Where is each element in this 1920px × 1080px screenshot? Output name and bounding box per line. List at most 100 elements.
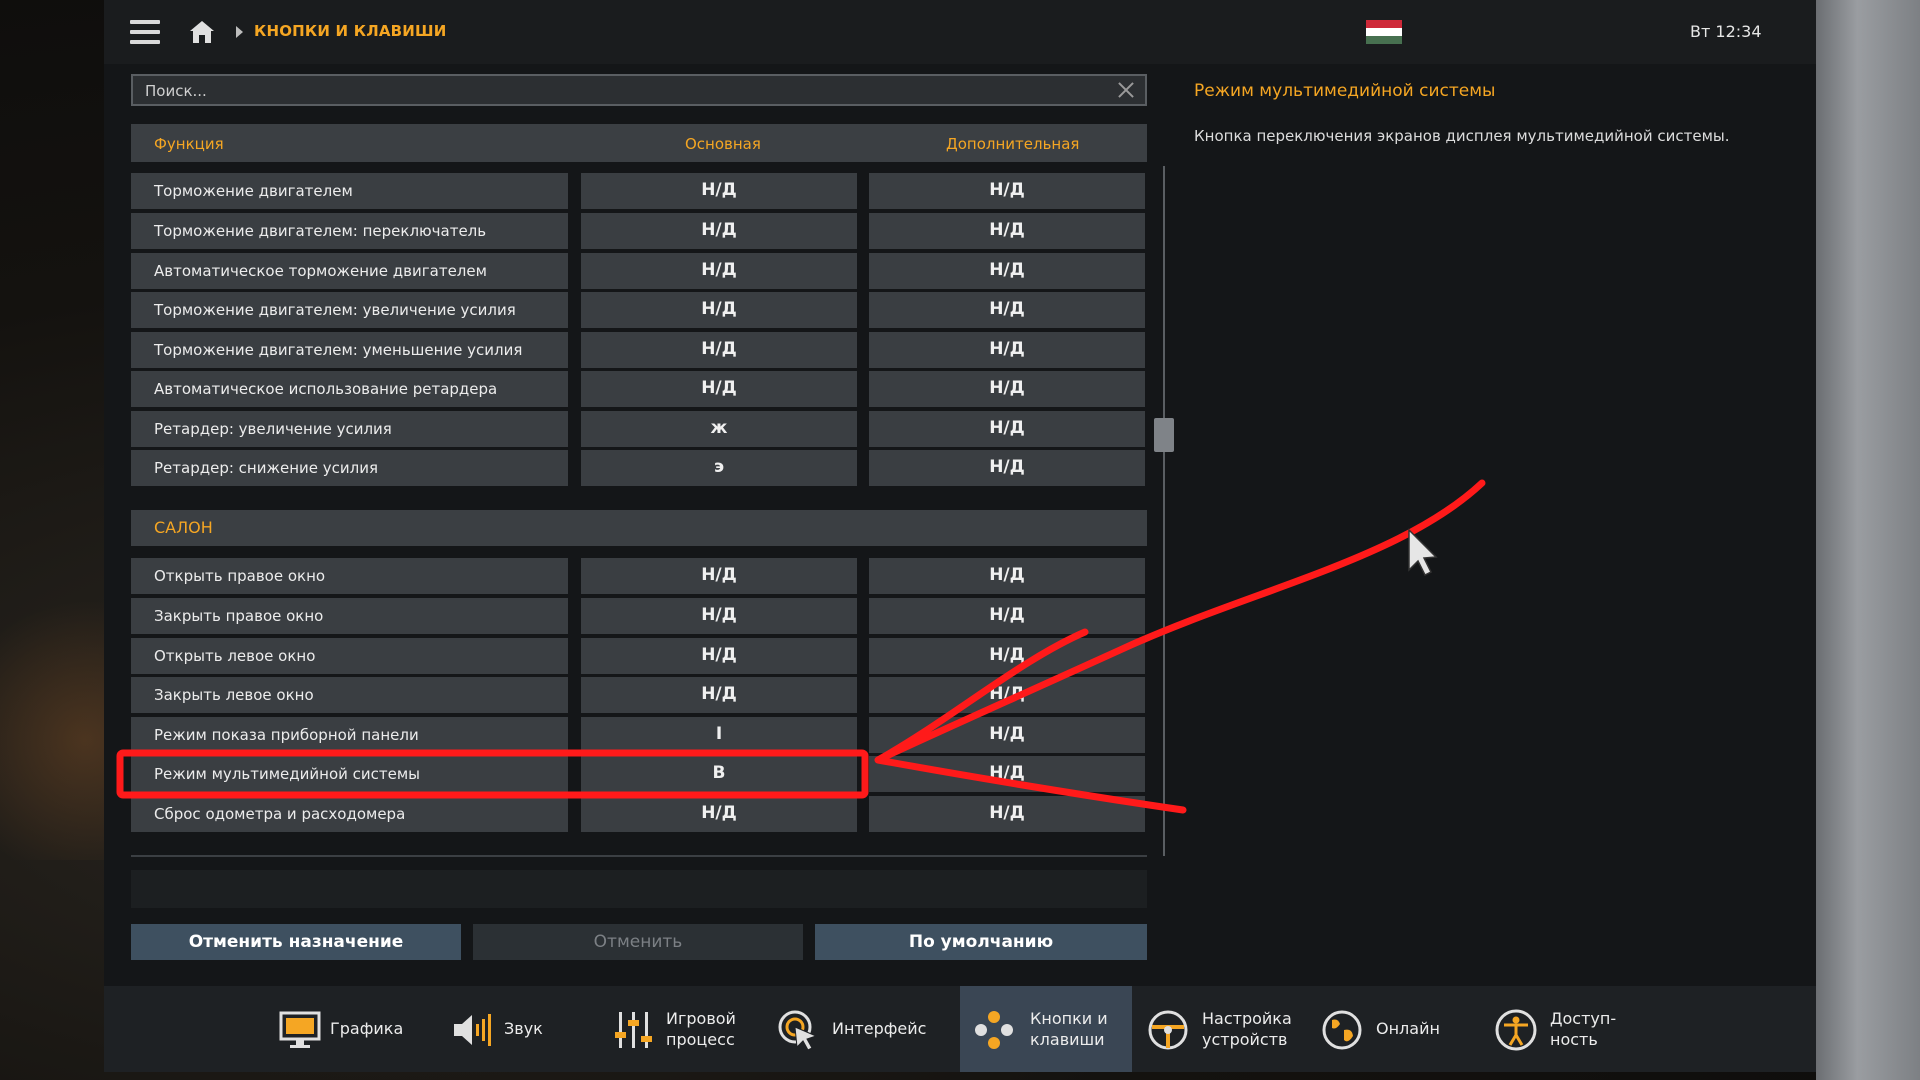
primary-key-button[interactable]: B [581,756,857,792]
monitor-icon [279,1011,321,1048]
secondary-key-button[interactable]: Н/Д [869,332,1145,368]
secondary-key-button[interactable]: Н/Д [869,173,1145,209]
function-label: Режим показа приборной панели [131,717,568,753]
nav-label: клавиши [1030,1030,1105,1049]
bottom-navigation: Графика Звук Игровой процесс Интерфейс К… [104,986,1816,1072]
home-icon[interactable] [188,18,216,46]
table-row[interactable]: Торможение двигателем: увеличение усилия… [131,292,1147,328]
primary-key-button[interactable]: Н/Д [581,677,857,713]
nav-interface[interactable]: Интерфейс [774,986,944,1072]
steering-wheel-icon [1148,1010,1188,1050]
nav-label: Кнопки и [1030,1009,1108,1028]
primary-key-button[interactable]: Н/Д [581,292,857,328]
nav-label: процесс [666,1030,735,1049]
primary-key-button[interactable]: э [581,450,857,486]
nav-devices[interactable]: Настройка устройств [1144,986,1304,1072]
secondary-key-button[interactable]: Н/Д [869,756,1145,792]
secondary-key-button[interactable]: Н/Д [869,450,1145,486]
nav-label: Настройка [1202,1009,1292,1028]
function-label: Режим мультимедийной системы [131,756,568,792]
column-header-primary: Основная [685,135,761,153]
secondary-key-button[interactable]: Н/Д [869,558,1145,594]
primary-key-button[interactable]: Н/Д [581,213,857,249]
nav-keys[interactable]: Кнопки и клавиши [960,986,1132,1072]
primary-key-button[interactable]: Н/Д [581,796,857,832]
function-label: Сброс одометра и расходомера [131,796,568,832]
background-truck-cab [1816,0,1920,1080]
scrollbar-thumb[interactable] [1154,418,1174,452]
primary-key-button[interactable]: Н/Д [581,332,857,368]
breadcrumb: КНОПКИ И КЛАВИШИ [254,22,447,40]
globe-icon [1322,1010,1362,1050]
top-bar: КНОПКИ И КЛАВИШИ Вт 12:34 [104,0,1816,64]
table-row[interactable]: Автоматическое торможение двигателем Н/Д… [131,253,1147,289]
table-row[interactable]: Открыть правое окно Н/Д Н/Д [131,558,1147,594]
table-row[interactable]: Сброс одометра и расходомера Н/Д Н/Д [131,796,1147,832]
nav-graphics[interactable]: Графика [268,986,432,1072]
nav-label: устройств [1202,1030,1288,1049]
primary-key-button[interactable]: Н/Д [581,558,857,594]
scrollbar-track[interactable] [1163,166,1165,856]
table-row[interactable]: Закрыть левое окно Н/Д Н/Д [131,677,1147,713]
nav-label: Звук [504,1019,543,1038]
primary-key-button[interactable]: I [581,717,857,753]
nav-sound[interactable]: Звук [442,986,592,1072]
menu-icon[interactable] [130,20,160,46]
details-title: Режим мультимедийной системы [1194,81,1496,101]
primary-key-button[interactable]: ж [581,411,857,447]
function-label: Ретардер: увеличение усилия [131,411,568,447]
function-label: Ретардер: снижение усилия [131,450,568,486]
table-row-selected[interactable]: Режим мультимедийной системы B Н/Д [131,756,1147,792]
nav-gameplay[interactable]: Игровой процесс [604,986,754,1072]
table-row[interactable]: Режим показа приборной панели I Н/Д [131,717,1147,753]
language-flag-icon[interactable] [1366,20,1402,44]
table-row[interactable]: Торможение двигателем: переключатель Н/Д… [131,213,1147,249]
table-row[interactable]: Закрыть правое окно Н/Д Н/Д [131,598,1147,634]
secondary-key-button[interactable]: Н/Д [869,411,1145,447]
secondary-key-button[interactable]: Н/Д [869,638,1145,674]
primary-key-button[interactable]: Н/Д [581,371,857,407]
table-row[interactable]: Ретардер: снижение усилия э Н/Д [131,450,1147,486]
secondary-key-button[interactable]: Н/Д [869,253,1145,289]
table-row[interactable]: Торможение двигателем Н/Д Н/Д [131,173,1147,209]
section-header-cabin: САЛОН [131,510,1147,546]
function-label: Автоматическое использование ретардера [131,371,568,407]
clear-search-icon[interactable] [1118,82,1134,98]
secondary-key-button[interactable]: Н/Д [869,371,1145,407]
table-header: Функция Основная Дополнительная [131,124,1147,162]
defaults-button[interactable]: По умолчанию [815,924,1147,960]
nav-online[interactable]: Онлайн [1318,986,1468,1072]
function-label: Торможение двигателем [131,173,568,209]
function-label: Торможение двигателем: уменьшение усилия [131,332,568,368]
accessibility-icon [1495,1009,1537,1051]
table-row[interactable]: Ретардер: увеличение усилия ж Н/Д [131,411,1147,447]
unassign-button[interactable]: Отменить назначение [131,924,461,960]
secondary-key-button[interactable]: Н/Д [869,213,1145,249]
secondary-key-button[interactable]: Н/Д [869,796,1145,832]
primary-key-button[interactable]: Н/Д [581,253,857,289]
function-label: Торможение двигателем: увеличение усилия [131,292,568,328]
speaker-icon [454,1014,491,1046]
table-row[interactable]: Автоматическое использование ретардера Н… [131,371,1147,407]
chevron-right-icon [236,26,243,38]
divider [131,855,1147,857]
nav-label: Игровой [666,1009,736,1028]
primary-key-button[interactable]: Н/Д [581,173,857,209]
nav-accessibility[interactable]: Доступ- ность [1492,986,1642,1072]
search-input[interactable]: Поиск... [131,74,1147,106]
primary-key-button[interactable]: Н/Д [581,598,857,634]
table-row[interactable]: Открыть левое окно Н/Д Н/Д [131,638,1147,674]
clock: Вт 12:34 [1690,22,1762,41]
sliders-icon [615,1012,652,1048]
table-row[interactable]: Торможение двигателем: уменьшение усилия… [131,332,1147,368]
function-label: Автоматическое торможение двигателем [131,253,568,289]
cancel-button[interactable]: Отменить [473,924,803,960]
secondary-key-button[interactable]: Н/Д [869,677,1145,713]
secondary-key-button[interactable]: Н/Д [869,598,1145,634]
secondary-key-button[interactable]: Н/Д [869,292,1145,328]
buttons-icon [975,1011,1013,1049]
function-label: Торможение двигателем: переключатель [131,213,568,249]
secondary-key-button[interactable]: Н/Д [869,717,1145,753]
details-description: Кнопка переключения экранов дисплея муль… [1194,127,1730,145]
primary-key-button[interactable]: Н/Д [581,638,857,674]
